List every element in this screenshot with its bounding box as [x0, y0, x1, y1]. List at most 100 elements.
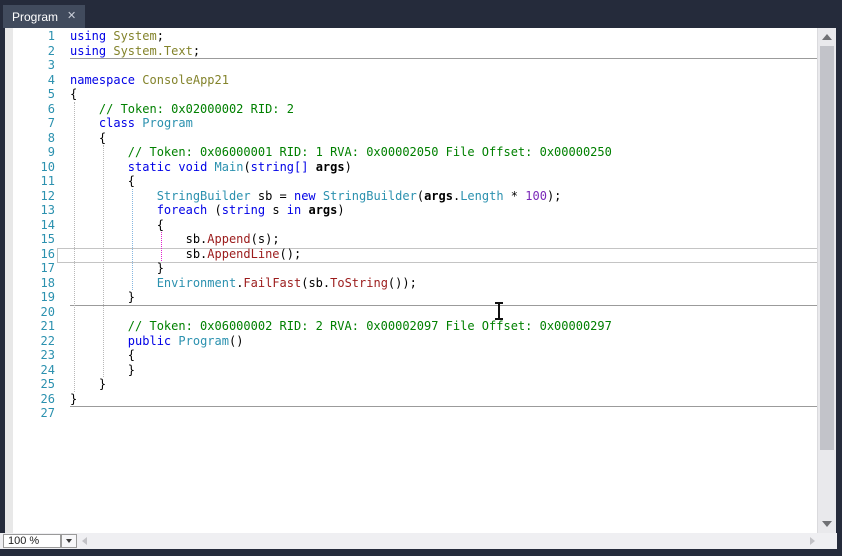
code-segment: in	[286, 203, 302, 217]
code-editor[interactable]: 1 2 3 4 5 6 7 8 9 10 11 12 13 14 15 16 17 18 19 20 21 22 23 24 2…	[5, 28, 836, 533]
code-segment: ();	[279, 246, 302, 261]
code-text-area[interactable]: using System; using System.Text; namespace…	[70, 29, 612, 421]
code-segment: ()	[228, 333, 244, 348]
code-segment: // Token: 0x02000002 RID: 2	[98, 101, 294, 116]
line-number: 18	[40, 275, 55, 290]
code-line: public Program()	[70, 334, 612, 349]
code-segment: System.Text	[113, 43, 193, 58]
vertical-scrollbar-thumb[interactable]	[820, 46, 834, 450]
code-segment: }	[70, 377, 107, 391]
code-segment: (	[243, 159, 251, 174]
code-line: }	[70, 363, 612, 378]
code-line: }	[70, 261, 612, 276]
scroll-down-arrow-icon[interactable]	[822, 521, 832, 527]
line-number: 5	[47, 87, 55, 101]
code-segment: Program	[178, 333, 229, 348]
code-segment: {	[70, 348, 136, 362]
code-segment: args	[315, 159, 345, 174]
code-segment: static	[127, 159, 172, 174]
line-number: 7	[47, 116, 55, 130]
code-segment: Program	[142, 116, 193, 130]
zoom-level-combobox[interactable]: 100 %	[3, 534, 61, 548]
line-number-column: 1 2 3 4 5 6 7 8 9 10 11 12 13 14 15 16 17 18 19 20 21 22 23 24 2…	[5, 29, 55, 421]
hscroll-left-arrow-icon[interactable]	[82, 537, 87, 545]
line-number: 10	[40, 159, 55, 174]
line-number: 23	[40, 348, 55, 362]
line-number: 11	[40, 174, 55, 188]
code-segment: ToString	[330, 275, 388, 290]
line-number: 20	[40, 304, 55, 319]
line-number: 24	[40, 362, 55, 377]
line-number: 26	[40, 391, 55, 406]
code-segment: public	[127, 333, 172, 348]
code-line: {	[70, 87, 612, 102]
ibeam-stem	[498, 303, 500, 319]
close-icon[interactable]: ✕	[67, 11, 76, 22]
code-segment: using	[70, 29, 107, 43]
tab-bar: Program ✕	[0, 0, 842, 28]
code-segment: (sb.	[301, 275, 331, 290]
line-number: 27	[40, 406, 55, 420]
vertical-scrollbar[interactable]	[817, 28, 836, 533]
code-segment: {	[70, 174, 136, 188]
code-line: {	[70, 174, 612, 189]
code-line: foreach (string s in args)	[70, 203, 612, 218]
code-line: sb.AppendLine();	[70, 247, 612, 262]
code-segment: // Token: 0x06000002 RID: 2 RVA: 0x00002…	[127, 319, 612, 333]
line-number: 1	[47, 29, 55, 43]
line-number: 8	[47, 130, 55, 145]
line-number: 21	[40, 319, 55, 333]
code-segment: StringBuilder	[156, 188, 251, 203]
line-number: 15	[40, 232, 55, 246]
code-segment: System	[113, 29, 157, 43]
chevron-down-icon	[66, 539, 72, 543]
code-segment: string[]	[250, 159, 309, 174]
code-segment: Length	[460, 188, 504, 203]
line-number: 16	[40, 246, 55, 261]
code-segment: (	[207, 203, 222, 217]
zoom-dropdown-button[interactable]	[61, 534, 77, 548]
code-line: StringBuilder sb = new StringBuilder(arg…	[70, 189, 612, 204]
code-segment: (s);	[250, 232, 280, 246]
scroll-up-arrow-icon[interactable]	[822, 34, 832, 40]
code-segment: (	[416, 188, 425, 203]
code-segment: ;	[156, 29, 164, 43]
code-segment: sb =	[250, 188, 294, 203]
code-line: Environment.FailFast(sb.ToString());	[70, 276, 612, 291]
code-line: }	[70, 290, 612, 305]
dnspy-code-window: Program ✕ 1 2 3 4 5 6 7 8 9 10 11 12 13 14 15 16 17 18 19 2…	[0, 0, 842, 556]
code-line: {	[70, 348, 612, 363]
code-segment: ());	[387, 275, 417, 290]
ibeam-bottom-serif	[495, 318, 503, 320]
line-number: 3	[47, 58, 55, 72]
hscroll-right-arrow-icon[interactable]	[810, 537, 815, 545]
code-segment: StringBuilder	[322, 188, 417, 203]
code-segment: {	[70, 217, 164, 232]
code-segment: Environment	[156, 275, 237, 290]
code-segment: void	[178, 159, 208, 174]
code-segment: string	[221, 203, 266, 217]
code-segment: foreach	[156, 203, 208, 217]
code-line: class Program	[70, 116, 612, 131]
code-segment: );	[546, 188, 562, 203]
tab-program[interactable]: Program ✕	[3, 5, 86, 28]
line-number: 19	[40, 290, 55, 304]
code-segment: new	[293, 188, 316, 203]
code-line: {	[70, 218, 612, 233]
code-segment: }	[70, 261, 164, 275]
code-line: // Token: 0x06000002 RID: 2 RVA: 0x00002…	[70, 319, 612, 334]
code-segment: )	[337, 203, 345, 217]
code-segment: }	[70, 362, 136, 377]
status-bar: 100 %	[0, 533, 837, 549]
